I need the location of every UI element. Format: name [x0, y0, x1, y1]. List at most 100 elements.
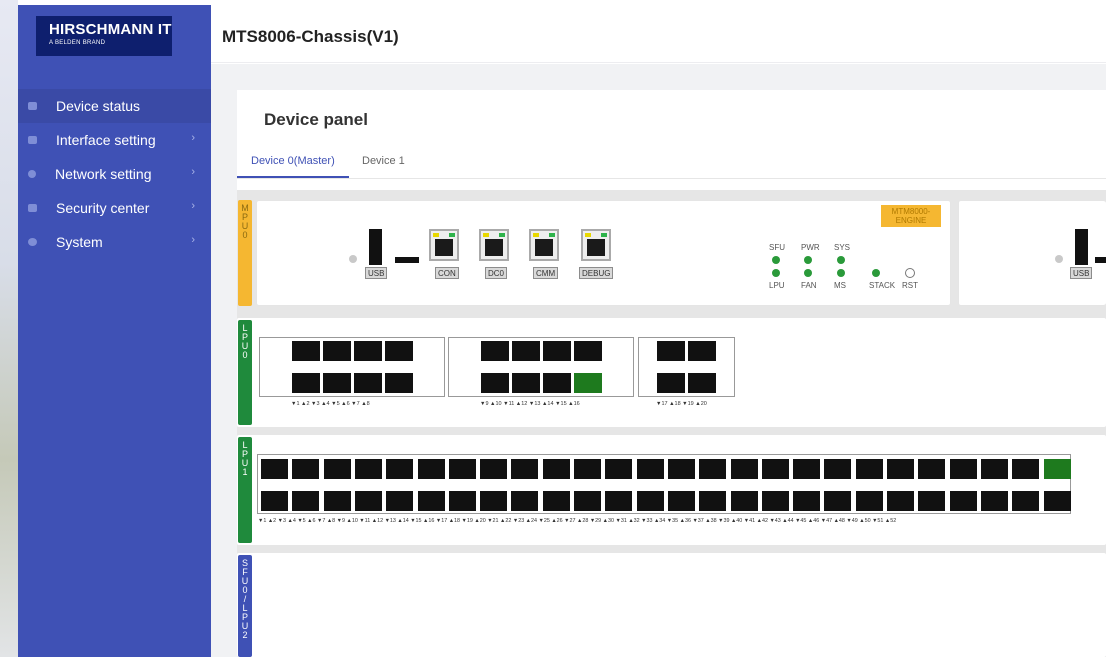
sfp-port[interactable] — [511, 459, 539, 479]
sfp-port[interactable] — [949, 459, 977, 479]
sfp-port[interactable] — [354, 459, 382, 479]
sfp-port[interactable] — [657, 341, 685, 361]
sfp-port[interactable] — [730, 459, 758, 479]
sfp-port[interactable] — [542, 459, 570, 479]
sfp-port[interactable] — [605, 491, 633, 511]
sfp-port[interactable] — [949, 491, 977, 511]
sidebar-item-system[interactable]: System › — [18, 225, 211, 259]
sfp-port[interactable] — [386, 491, 414, 511]
status-led — [872, 269, 880, 277]
sfp-port[interactable] — [980, 459, 1008, 479]
wifi-icon — [28, 170, 36, 178]
tab-device-0[interactable]: Device 0(Master) — [251, 155, 335, 167]
sfp-port[interactable] — [543, 341, 571, 361]
con-port-icon[interactable] — [429, 229, 459, 261]
led-label: PWR — [801, 243, 820, 252]
sfp-port[interactable] — [980, 491, 1008, 511]
sfp-port[interactable] — [480, 459, 508, 479]
sfp-port[interactable] — [543, 373, 571, 393]
dc0-port-icon[interactable] — [479, 229, 509, 261]
sfp-port[interactable] — [824, 491, 852, 511]
sfp-port[interactable] — [1012, 459, 1040, 479]
sidebar-item-security-center[interactable]: Security center › — [18, 191, 211, 225]
sfp-port[interactable] — [574, 373, 602, 393]
sfp-port[interactable] — [657, 373, 685, 393]
sidebar-item-network-setting[interactable]: Network setting › — [18, 157, 211, 191]
sfp-port[interactable] — [385, 373, 413, 393]
sfp-port[interactable] — [323, 373, 351, 393]
sfp-port[interactable] — [292, 491, 320, 511]
sidebar-item-label: Network setting — [55, 166, 152, 182]
sfp-port[interactable] — [261, 459, 288, 479]
sfp-port[interactable] — [699, 491, 727, 511]
sfp-port[interactable] — [667, 459, 695, 479]
sfp-port[interactable] — [354, 491, 382, 511]
led-label: SFU — [769, 243, 785, 252]
sfp-port[interactable] — [481, 373, 509, 393]
sidebar-item-interface-setting[interactable]: Interface setting › — [18, 123, 211, 157]
sfp-port[interactable] — [386, 459, 414, 479]
sfp-port[interactable] — [261, 491, 288, 511]
sfp-port[interactable] — [480, 491, 508, 511]
sfp-port[interactable] — [793, 491, 821, 511]
sfp-port[interactable] — [1012, 491, 1040, 511]
sfp-port[interactable] — [417, 491, 445, 511]
sfp-port[interactable] — [636, 459, 664, 479]
sfp-port[interactable] — [761, 491, 789, 511]
sfp-port[interactable] — [448, 491, 476, 511]
sidebar-item-device-status[interactable]: Device status — [18, 89, 211, 123]
sfp-port[interactable] — [605, 459, 633, 479]
sfp-port[interactable] — [918, 459, 946, 479]
sfp-port[interactable] — [481, 341, 509, 361]
sfp-port[interactable] — [292, 373, 320, 393]
sfp-port[interactable] — [448, 459, 476, 479]
sfp-port[interactable] — [292, 341, 320, 361]
sfp-port[interactable] — [824, 459, 852, 479]
sfp-port[interactable] — [354, 341, 382, 361]
lpu0-port-group — [638, 337, 735, 397]
lpu0-slot-label: LPU0 — [238, 320, 252, 425]
sfp-port[interactable] — [667, 491, 695, 511]
sfp-port[interactable] — [688, 373, 716, 393]
sfp-port[interactable] — [354, 373, 382, 393]
sfp-port[interactable] — [887, 491, 914, 511]
sfp-port[interactable] — [323, 491, 351, 511]
tab-device-1[interactable]: Device 1 — [362, 155, 405, 167]
sfp-port[interactable] — [417, 459, 445, 479]
sfp-port[interactable] — [512, 373, 540, 393]
chevron-right-icon: › — [191, 166, 195, 178]
engine-badge: MTM8000-ENGINE — [881, 205, 941, 227]
sfp-port[interactable] — [688, 341, 716, 361]
sidebar-item-label: System — [56, 234, 103, 250]
usb-port-icon[interactable] — [369, 229, 382, 265]
sfp-port[interactable] — [512, 341, 540, 361]
usb-port-icon[interactable] — [1075, 229, 1088, 265]
sfp-port[interactable] — [542, 491, 570, 511]
reset-button[interactable] — [905, 268, 915, 278]
sfp-port[interactable] — [574, 459, 601, 479]
sfp-port[interactable] — [1043, 491, 1071, 511]
sidebar-item-label: Interface setting — [56, 132, 156, 148]
sfp-port[interactable] — [1043, 459, 1071, 479]
slot-port-icon — [395, 257, 419, 263]
sfp-port[interactable] — [574, 491, 601, 511]
sfp-port[interactable] — [574, 341, 602, 361]
sfp-port[interactable] — [855, 459, 883, 479]
status-led — [804, 269, 812, 277]
sfp-port[interactable] — [761, 459, 789, 479]
sfp-port[interactable] — [511, 491, 539, 511]
sfp-port[interactable] — [636, 491, 664, 511]
sfp-port[interactable] — [887, 459, 914, 479]
lpu0-port-group — [259, 337, 445, 397]
sfp-port[interactable] — [793, 459, 821, 479]
sfp-port[interactable] — [292, 459, 320, 479]
sfp-port[interactable] — [855, 491, 883, 511]
debug-port-icon[interactable] — [581, 229, 611, 261]
sfp-port[interactable] — [323, 459, 351, 479]
sfp-port[interactable] — [323, 341, 351, 361]
cmm-port-icon[interactable] — [529, 229, 559, 261]
sfp-port[interactable] — [699, 459, 727, 479]
sfp-port[interactable] — [918, 491, 946, 511]
sfp-port[interactable] — [730, 491, 758, 511]
sfp-port[interactable] — [385, 341, 413, 361]
